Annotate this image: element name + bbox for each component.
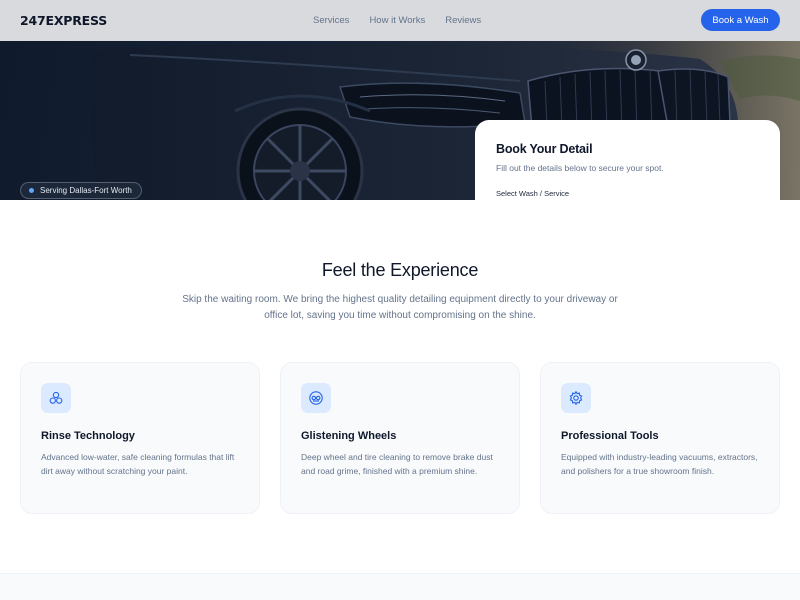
- booking-subtitle: Fill out the details below to secure you…: [496, 163, 664, 173]
- wheel-icon: [301, 383, 331, 413]
- location-badge-label: Serving Dallas-Fort Worth: [40, 186, 132, 195]
- main-nav: Services How it Works Reviews: [313, 0, 481, 41]
- feature-title: Glistening Wheels: [301, 430, 397, 442]
- nav-link-reviews[interactable]: Reviews: [445, 15, 481, 26]
- feature-card-rinse: Rinse Technology Advanced low-water, saf…: [20, 362, 260, 514]
- feature-card-wheels: Glistening Wheels Deep wheel and tire cl…: [280, 362, 520, 514]
- section-description: Skip the waiting room. We bring the high…: [182, 294, 618, 321]
- feature-title: Professional Tools: [561, 430, 659, 442]
- brand-logo[interactable]: 247EXPRESS: [20, 13, 107, 28]
- feature-card-tools: Professional Tools Equipped with industr…: [540, 362, 780, 514]
- booking-title: Book Your Detail: [496, 142, 593, 156]
- feature-text: Deep wheel and tire cleaning to remove b…: [301, 452, 493, 476]
- next-section-band: [0, 573, 800, 600]
- location-badge: Serving Dallas-Fort Worth: [20, 182, 142, 199]
- feature-text: Equipped with industry-leading vacuums, …: [561, 452, 758, 476]
- nav-link-services[interactable]: Services: [313, 15, 349, 26]
- gear-icon: [561, 383, 591, 413]
- feature-title: Rinse Technology: [41, 430, 135, 442]
- status-dot-icon: [29, 188, 34, 193]
- booking-card: Book Your Detail Fill out the details be…: [475, 120, 780, 200]
- nav-link-how-it-works[interactable]: How it Works: [369, 15, 425, 26]
- section-title: Feel the Experience: [321, 260, 479, 280]
- book-wash-button[interactable]: Book a Wash: [701, 9, 780, 31]
- feature-text: Advanced low-water, safe cleaning formul…: [41, 452, 235, 476]
- site-header: 247EXPRESS Services How it Works Reviews…: [0, 0, 800, 41]
- bubbles-icon: [41, 383, 71, 413]
- service-select-label: Select Wash / Service: [496, 189, 570, 198]
